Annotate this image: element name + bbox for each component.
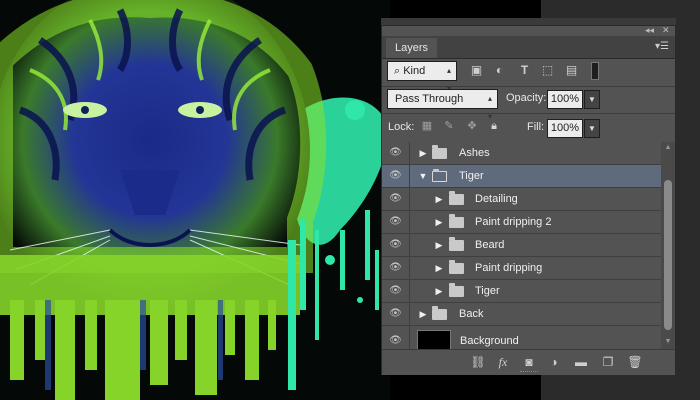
lock-image-icon[interactable]: ✎ <box>442 119 456 133</box>
layer-row[interactable]: 👁︎ ▶ Ashes <box>382 142 661 165</box>
adjustment-icon[interactable]: ◑ <box>546 354 562 370</box>
layer-name: Tiger <box>475 285 500 297</box>
lock-label: Lock: <box>388 121 415 133</box>
lock-row: Lock: ▦ ✎ ✥ 🔒︎ Fill: 100% ▼ <box>382 115 675 141</box>
folder-icon <box>449 283 464 297</box>
image-filter-icon[interactable]: ▣ <box>469 63 484 78</box>
canvas-artwork <box>0 0 390 400</box>
opacity-label: Opacity: <box>506 92 547 104</box>
filter-toggle-switch[interactable] <box>591 62 599 80</box>
layer-name: Back <box>459 308 484 320</box>
scrollbar-thumb[interactable] <box>664 180 672 330</box>
divider <box>382 113 675 114</box>
layer-name: Detailing <box>475 193 518 205</box>
expand-triangle-icon[interactable]: ▶ <box>434 211 444 233</box>
opacity-input[interactable]: 100% <box>547 90 583 109</box>
layer-row[interactable]: 👁︎ ▶ Beard <box>382 234 661 257</box>
link-icon[interactable]: ⛓︎ <box>470 354 486 370</box>
visibility-eye-icon[interactable]: 👁︎ <box>382 303 410 325</box>
layer-name: Beard <box>475 239 505 251</box>
layer-name: Background <box>460 335 519 347</box>
opacity-dropdown-button[interactable]: ▼ <box>584 90 600 109</box>
panel-bottom-toolbar: ⛓︎ fx ◙ ◑ ▬ ❐ 🗑︎ <box>382 349 675 375</box>
layer-row[interactable]: 👁︎ ▶ Tiger <box>382 280 661 303</box>
folder-icon <box>449 237 464 251</box>
layer-row[interactable]: 👁︎ ▶ Paint dripping 2 <box>382 211 661 234</box>
kind-filter-select[interactable]: ⌕ Kind ▴▾ <box>387 61 457 93</box>
lock-all-icon[interactable]: 🔒︎ <box>487 119 501 133</box>
layer-name: Paint dripping <box>475 262 543 274</box>
collapse-panel-icon[interactable]: ◂◂ <box>645 25 659 35</box>
new-group-icon[interactable]: ▬ <box>573 354 589 370</box>
layer-row[interactable]: 👁︎ ▼ Tiger <box>382 165 661 188</box>
resize-grip[interactable] <box>520 371 538 375</box>
tiger-painting <box>0 0 390 400</box>
new-layer-icon[interactable]: ❐ <box>600 354 616 370</box>
close-icon[interactable]: ✕ <box>662 25 672 35</box>
layer-name: Ashes <box>459 147 490 159</box>
fill-dropdown-button[interactable]: ▼ <box>584 119 600 138</box>
expand-triangle-icon[interactable]: ▶ <box>434 280 444 302</box>
lock-position-icon[interactable]: ✥ <box>465 119 479 133</box>
expand-triangle-icon[interactable]: ▶ <box>434 188 444 210</box>
layer-name: Paint dripping 2 <box>475 216 552 228</box>
layer-name: Tiger <box>459 170 484 182</box>
folder-icon <box>449 260 464 274</box>
blend-mode-value: Pass Through <box>395 93 464 105</box>
visibility-eye-icon[interactable]: 👁︎ <box>382 280 410 302</box>
filter-row: ⌕ Kind ▴▾ ▣ ◐ T ⬚ ▤ <box>382 59 675 93</box>
folder-icon <box>449 191 464 205</box>
scroll-up-arrow-icon[interactable]: ▲ <box>661 142 675 154</box>
collapse-triangle-icon[interactable]: ▼ <box>418 165 428 187</box>
trash-icon[interactable]: 🗑︎ <box>627 354 643 370</box>
visibility-eye-icon[interactable]: 👁︎ <box>382 257 410 279</box>
fill-input[interactable]: 100% <box>547 119 583 138</box>
shape-filter-icon[interactable]: ⬚ <box>540 63 555 78</box>
smart-object-filter-icon[interactable]: ▤ <box>564 63 579 78</box>
layer-row[interactable]: 👁︎ ▶ Back <box>382 303 661 326</box>
visibility-eye-icon[interactable]: 👁︎ <box>382 165 410 187</box>
layers-panel: Layers ▾☰ ⌕ Kind ▴▾ ▣ ◐ T ⬚ ▤ Pass Throu… <box>381 25 676 375</box>
layers-scrollbar[interactable]: ▲ ▼ <box>661 142 675 349</box>
folder-icon <box>432 306 447 320</box>
folder-icon <box>432 145 447 159</box>
blend-row: Pass Through ▴ ▾ Opacity: 100% ▼ <box>382 87 675 121</box>
expand-triangle-icon[interactable]: ▶ <box>418 142 428 164</box>
visibility-eye-icon[interactable]: 👁︎ <box>382 234 410 256</box>
visibility-eye-icon[interactable]: 👁︎ <box>382 142 410 164</box>
layers-list: 👁︎ ▶ Ashes 👁︎ ▼ Tiger 👁︎ ▶ Detailing 👁︎ … <box>382 142 661 349</box>
visibility-eye-icon[interactable]: 👁︎ <box>382 211 410 233</box>
scroll-down-arrow-icon[interactable]: ▼ <box>661 336 675 348</box>
layer-thumbnail <box>417 330 451 349</box>
mask-icon[interactable]: ◙ <box>521 354 537 370</box>
visibility-eye-icon[interactable]: 👁︎ <box>382 326 410 349</box>
fill-label: Fill: <box>527 121 545 133</box>
open-folder-icon <box>432 169 447 182</box>
expand-triangle-icon[interactable]: ▶ <box>434 234 444 256</box>
panel-menu-icon[interactable]: ▾☰ <box>655 41 669 52</box>
kind-label: Kind <box>403 65 426 77</box>
panel-tab-bar: Layers ▾☰ <box>382 36 675 59</box>
lock-transparent-icon[interactable]: ▦ <box>420 119 434 133</box>
layer-row[interactable]: 👁︎ Background <box>382 326 661 349</box>
layer-row[interactable]: 👁︎ ▶ Detailing <box>382 188 661 211</box>
folder-icon <box>449 214 464 228</box>
fx-icon[interactable]: fx <box>495 354 511 370</box>
adjustment-filter-icon[interactable]: ◐ <box>492 63 507 78</box>
expand-triangle-icon[interactable]: ▶ <box>434 257 444 279</box>
expand-triangle-icon[interactable]: ▶ <box>418 303 428 325</box>
search-icon: ⌕ <box>394 65 404 77</box>
tab-layers[interactable]: Layers <box>386 38 438 58</box>
blend-mode-select[interactable]: Pass Through ▴ ▾ <box>387 89 498 121</box>
visibility-eye-icon[interactable]: 👁︎ <box>382 188 410 210</box>
type-filter-icon[interactable]: T <box>517 63 532 78</box>
layer-row[interactable]: 👁︎ ▶ Paint dripping <box>382 257 661 280</box>
